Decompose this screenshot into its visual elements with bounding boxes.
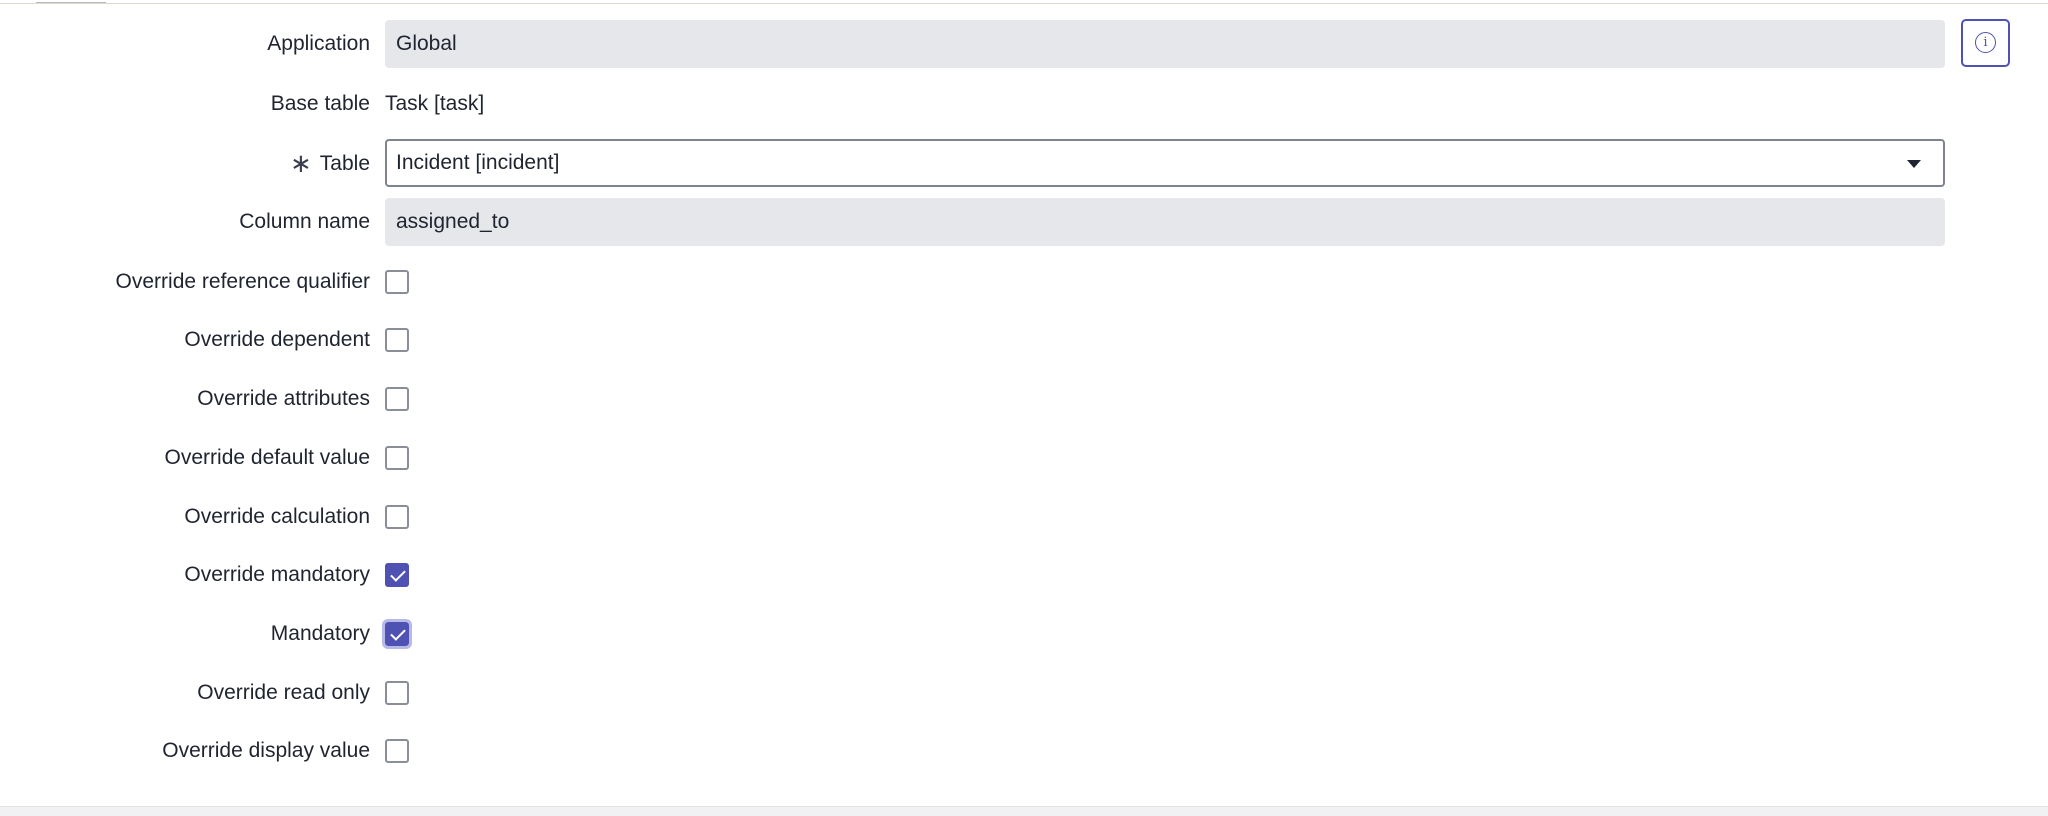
override-read-only-checkbox[interactable] <box>385 681 409 705</box>
base-table-row: Base table Task [task] <box>0 79 2048 129</box>
section-edge <box>36 0 106 3</box>
override-dependent-checkbox[interactable] <box>385 328 409 352</box>
table-select-value: Incident [incident] <box>396 151 560 174</box>
table-row: ∗ Table Incident [incident] <box>0 138 2048 188</box>
checkbox-label: Override calculation <box>184 505 370 528</box>
required-asterisk-icon: ∗ <box>290 148 312 178</box>
override-dependent-row: Override dependent <box>0 315 2048 365</box>
checkbox-label: Override display value <box>162 739 370 762</box>
base-table-value: Task [task] <box>385 92 485 115</box>
application-field: Global <box>385 20 1945 68</box>
override-display-value-checkbox[interactable] <box>385 739 409 763</box>
chevron-down-icon <box>1907 160 1921 168</box>
override-reference-qualifier-checkbox[interactable] <box>385 270 409 294</box>
table-label-text: Table <box>319 152 370 175</box>
checkbox-label: Override attributes <box>197 387 370 410</box>
info-icon: i <box>1975 32 1996 53</box>
mandatory-row: Mandatory <box>0 609 2048 659</box>
column-name-label: Column name <box>239 210 370 233</box>
checkbox-label: Mandatory <box>270 622 370 645</box>
checkmark-icon <box>390 566 406 582</box>
override-mandatory-checkbox[interactable] <box>385 563 409 587</box>
override-calculation-row: Override calculation <box>0 492 2048 542</box>
checkbox-label: Override dependent <box>184 328 370 351</box>
checkbox-label: Override default value <box>164 446 370 469</box>
application-info-button[interactable]: i <box>1961 19 2010 67</box>
application-label: Application <box>267 32 370 55</box>
column-name-field: assigned_to <box>385 198 1945 246</box>
checkmark-icon <box>390 625 406 641</box>
checkbox-label: Override read only <box>197 681 370 704</box>
override-reference-qualifier-row: Override reference qualifier <box>0 257 2048 307</box>
override-display-value-row: Override display value <box>0 726 2048 776</box>
override-default-value-row: Override default value <box>0 433 2048 483</box>
checkbox-label: Override reference qualifier <box>115 270 370 293</box>
checkbox-label: Override mandatory <box>184 563 370 586</box>
table-label: ∗ Table <box>290 138 370 188</box>
override-read-only-row: Override read only <box>0 668 2048 718</box>
table-select[interactable]: Incident [incident] <box>385 139 1945 187</box>
base-table-label: Base table <box>270 92 370 115</box>
override-attributes-row: Override attributes <box>0 374 2048 424</box>
override-calculation-checkbox[interactable] <box>385 505 409 529</box>
column-name-row: Column name assigned_to <box>0 197 2048 247</box>
override-attributes-checkbox[interactable] <box>385 387 409 411</box>
override-mandatory-row: Override mandatory <box>0 550 2048 600</box>
override-default-value-checkbox[interactable] <box>385 446 409 470</box>
application-row: Application Global <box>0 19 2048 69</box>
mandatory-checkbox[interactable] <box>382 619 412 649</box>
top-divider <box>0 0 2048 4</box>
